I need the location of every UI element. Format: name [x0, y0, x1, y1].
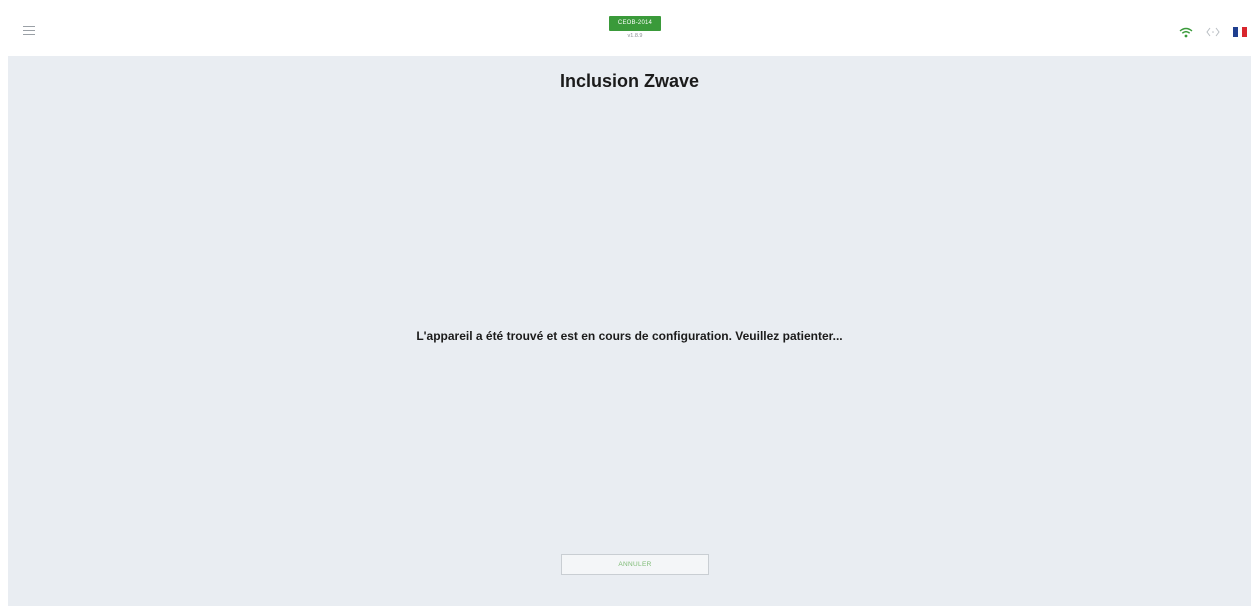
menu-icon[interactable]: [23, 26, 35, 36]
wifi-icon: [1179, 27, 1193, 37]
connection-icon[interactable]: [1206, 27, 1220, 37]
device-name-badge: CEOB-2014: [609, 16, 661, 31]
status-message: L'appareil a été trouvé et est en cours …: [416, 329, 843, 343]
device-info: CEOB-2014 v1.8.9: [609, 16, 661, 41]
status-icons: [1179, 26, 1248, 38]
main-content: Inclusion Zwave L'appareil a été trouvé …: [8, 56, 1251, 606]
top-bar: CEOB-2014 v1.8.9: [0, 0, 1251, 56]
cancel-button[interactable]: ANNULER: [561, 554, 709, 575]
french-flag-icon[interactable]: [1233, 27, 1248, 37]
page-title: Inclusion Zwave: [559, 71, 700, 91]
version-label: v1.8.9: [627, 33, 643, 39]
